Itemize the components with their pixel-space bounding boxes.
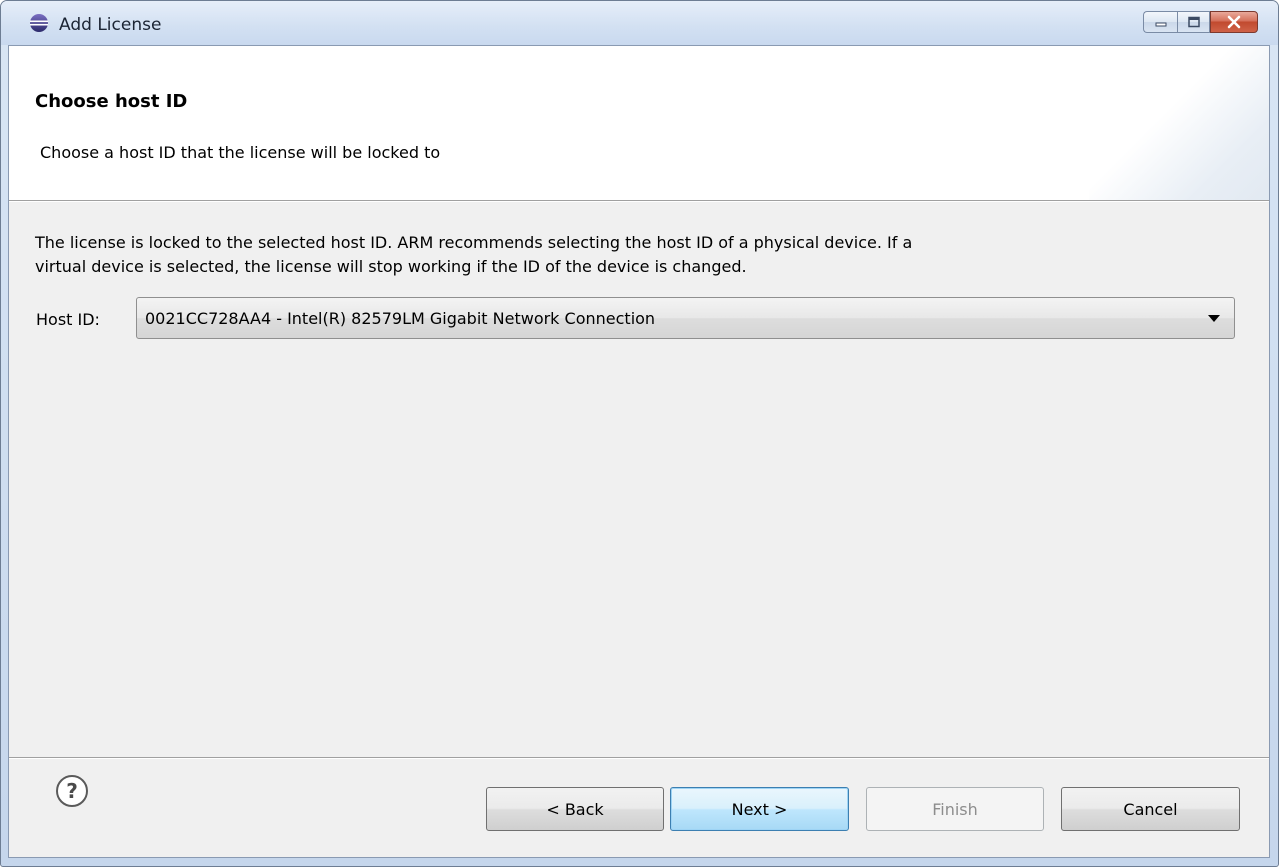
maximize-button[interactable]: [1177, 11, 1210, 33]
finish-button[interactable]: Finish: [866, 787, 1044, 831]
wizard-header: Choose host ID Choose a host ID that the…: [9, 46, 1269, 200]
minimize-icon: [1155, 22, 1166, 27]
info-line-1: The license is locked to the selected ho…: [35, 233, 913, 252]
help-icon[interactable]: ?: [55, 774, 89, 808]
header-decoration: [1089, 46, 1269, 200]
page-description: Choose a host ID that the license will b…: [40, 143, 441, 162]
close-icon: [1227, 15, 1241, 29]
close-button[interactable]: [1210, 11, 1258, 33]
cancel-button[interactable]: Cancel: [1061, 787, 1240, 831]
host-id-label: Host ID:: [36, 310, 100, 329]
eclipse-logo-icon: [30, 14, 48, 32]
dialog-client-area: Choose host ID Choose a host ID that the…: [8, 45, 1270, 858]
help-glyph: ?: [66, 779, 78, 803]
maximize-icon: [1187, 16, 1200, 28]
info-text: The license is locked to the selected ho…: [35, 231, 1235, 279]
minimize-button[interactable]: [1143, 11, 1177, 33]
back-button[interactable]: < Back: [486, 787, 664, 831]
header-divider-highlight: [9, 201, 1269, 202]
page-title: Choose host ID: [35, 91, 188, 112]
next-button[interactable]: Next >: [670, 787, 849, 831]
window-title: Add License: [59, 15, 162, 35]
footer-divider-highlight: [9, 758, 1269, 759]
dropdown-arrow-icon: [1208, 315, 1220, 322]
title-bar[interactable]: Add License: [1, 1, 1278, 45]
window-controls: [1143, 11, 1258, 33]
host-id-selected-value: 0021CC728AA4 - Intel(R) 82579LM Gigabit …: [145, 309, 656, 328]
info-line-2: virtual device is selected, the license …: [35, 257, 747, 276]
add-license-dialog: Add License Choose host ID Choose a host…: [0, 0, 1279, 867]
host-id-dropdown[interactable]: 0021CC728AA4 - Intel(R) 82579LM Gigabit …: [136, 297, 1235, 339]
